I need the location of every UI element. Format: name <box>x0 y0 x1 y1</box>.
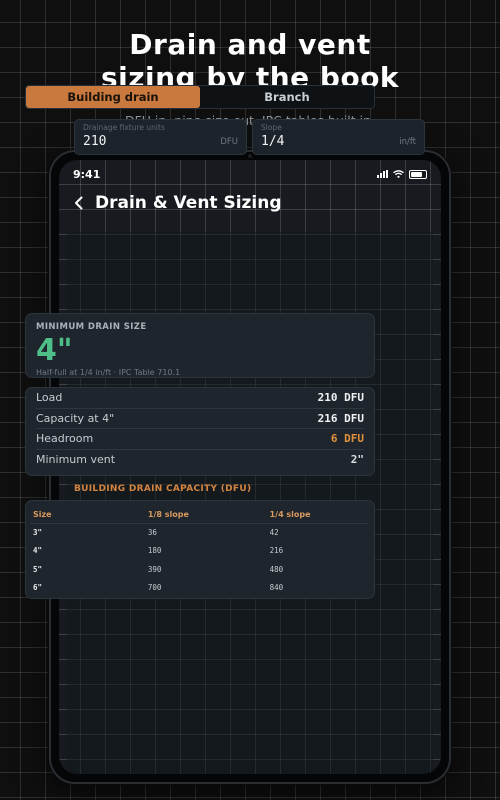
table-header-row: Size 1/8 slope 1/4 slope <box>31 507 369 524</box>
metric-row-capacity: Capacity at 4" 216 DFU <box>36 409 364 429</box>
table-cell-size: 3" <box>33 528 43 537</box>
capacity-table: Size 1/8 slope 1/4 slope 3" 36 42 4" 180… <box>31 507 369 597</box>
column-header: 1/8 slope <box>145 507 268 524</box>
table-cell: 390 <box>147 564 162 574</box>
metric-name: Load <box>36 391 63 405</box>
dfu-input-label: Drainage fixture units <box>83 123 165 132</box>
page-title: Drain & Vent Sizing <box>95 193 282 213</box>
hero-title-line-1: Drain and vent <box>129 28 371 61</box>
table-cell: 700 <box>147 583 162 593</box>
dfu-input-value[interactable]: 210 <box>83 134 203 150</box>
table-cell: 480 <box>269 564 284 574</box>
mode-segmented-control: Building drain Branch <box>25 85 375 109</box>
table-row: 5" 390 480 <box>31 560 369 579</box>
table-cell: 216 <box>269 546 284 556</box>
metric-value: 216 DFU <box>317 411 364 425</box>
nav-bar: Drain & Vent Sizing <box>73 192 427 214</box>
dfu-input-unit: DFU <box>220 137 238 147</box>
table-row: 3" 36 42 <box>31 523 369 542</box>
capacity-table-card: Size 1/8 slope 1/4 slope 3" 36 42 4" 180… <box>25 500 375 599</box>
metric-name: Headroom <box>36 432 94 446</box>
table-cell: 180 <box>147 546 162 556</box>
back-chevron-icon[interactable] <box>73 196 85 210</box>
capacity-table-title: BUILDING DRAIN CAPACITY (DFU) <box>74 484 252 494</box>
metric-value: 2" <box>350 453 364 467</box>
metric-name: Capacity at 4" <box>36 411 115 425</box>
column-header: 1/4 slope <box>267 507 369 524</box>
table-cell: 840 <box>269 583 284 593</box>
result-label: MINIMUM DRAIN SIZE <box>36 322 147 332</box>
slope-input-value[interactable]: 1/4 <box>261 134 381 150</box>
status-bar: 9:41 <box>73 166 427 182</box>
table-cell: 36 <box>147 528 157 537</box>
metric-name: Minimum vent <box>36 453 116 467</box>
result-note: Half-full at 1/4 in/ft · IPC Table 710.1 <box>36 368 181 377</box>
status-time: 9:41 <box>73 167 101 181</box>
table-cell-size: 6" <box>33 583 43 593</box>
slope-input-unit: in/ft <box>399 137 416 147</box>
signal-icon <box>377 170 388 178</box>
status-icons <box>377 169 427 179</box>
metric-row-load: Load 210 DFU <box>36 388 364 409</box>
column-header: Size <box>31 507 146 524</box>
metric-value-warning: 6 DFU <box>330 432 364 446</box>
table-cell: 42 <box>269 528 279 537</box>
table-row: 4" 180 216 <box>31 542 369 561</box>
metric-row-headroom: Headroom 6 DFU <box>36 429 364 450</box>
result-card: MINIMUM DRAIN SIZE 4" Half-full at 1/4 i… <box>25 313 375 378</box>
result-value: 4" <box>36 333 73 368</box>
tab-building-drain[interactable]: Building drain <box>26 86 200 108</box>
wifi-icon <box>393 170 404 178</box>
metric-value: 210 DFU <box>317 391 364 405</box>
dfu-input-field[interactable]: Drainage fixture units 210 DFU <box>74 119 247 155</box>
camera-dot <box>248 154 252 158</box>
slope-input-field[interactable]: Slope 1/4 in/ft <box>252 119 425 155</box>
battery-icon <box>409 169 427 179</box>
table-row: 6" 700 840 <box>31 579 369 598</box>
tab-branch[interactable]: Branch <box>200 86 374 108</box>
slope-input-label: Slope <box>261 123 282 132</box>
metrics-card: Load 210 DFU Capacity at 4" 216 DFU Head… <box>25 387 375 476</box>
table-cell-size: 5" <box>33 564 43 574</box>
table-cell-size: 4" <box>33 546 43 556</box>
metric-row-vent: Minimum vent 2" <box>36 450 364 471</box>
